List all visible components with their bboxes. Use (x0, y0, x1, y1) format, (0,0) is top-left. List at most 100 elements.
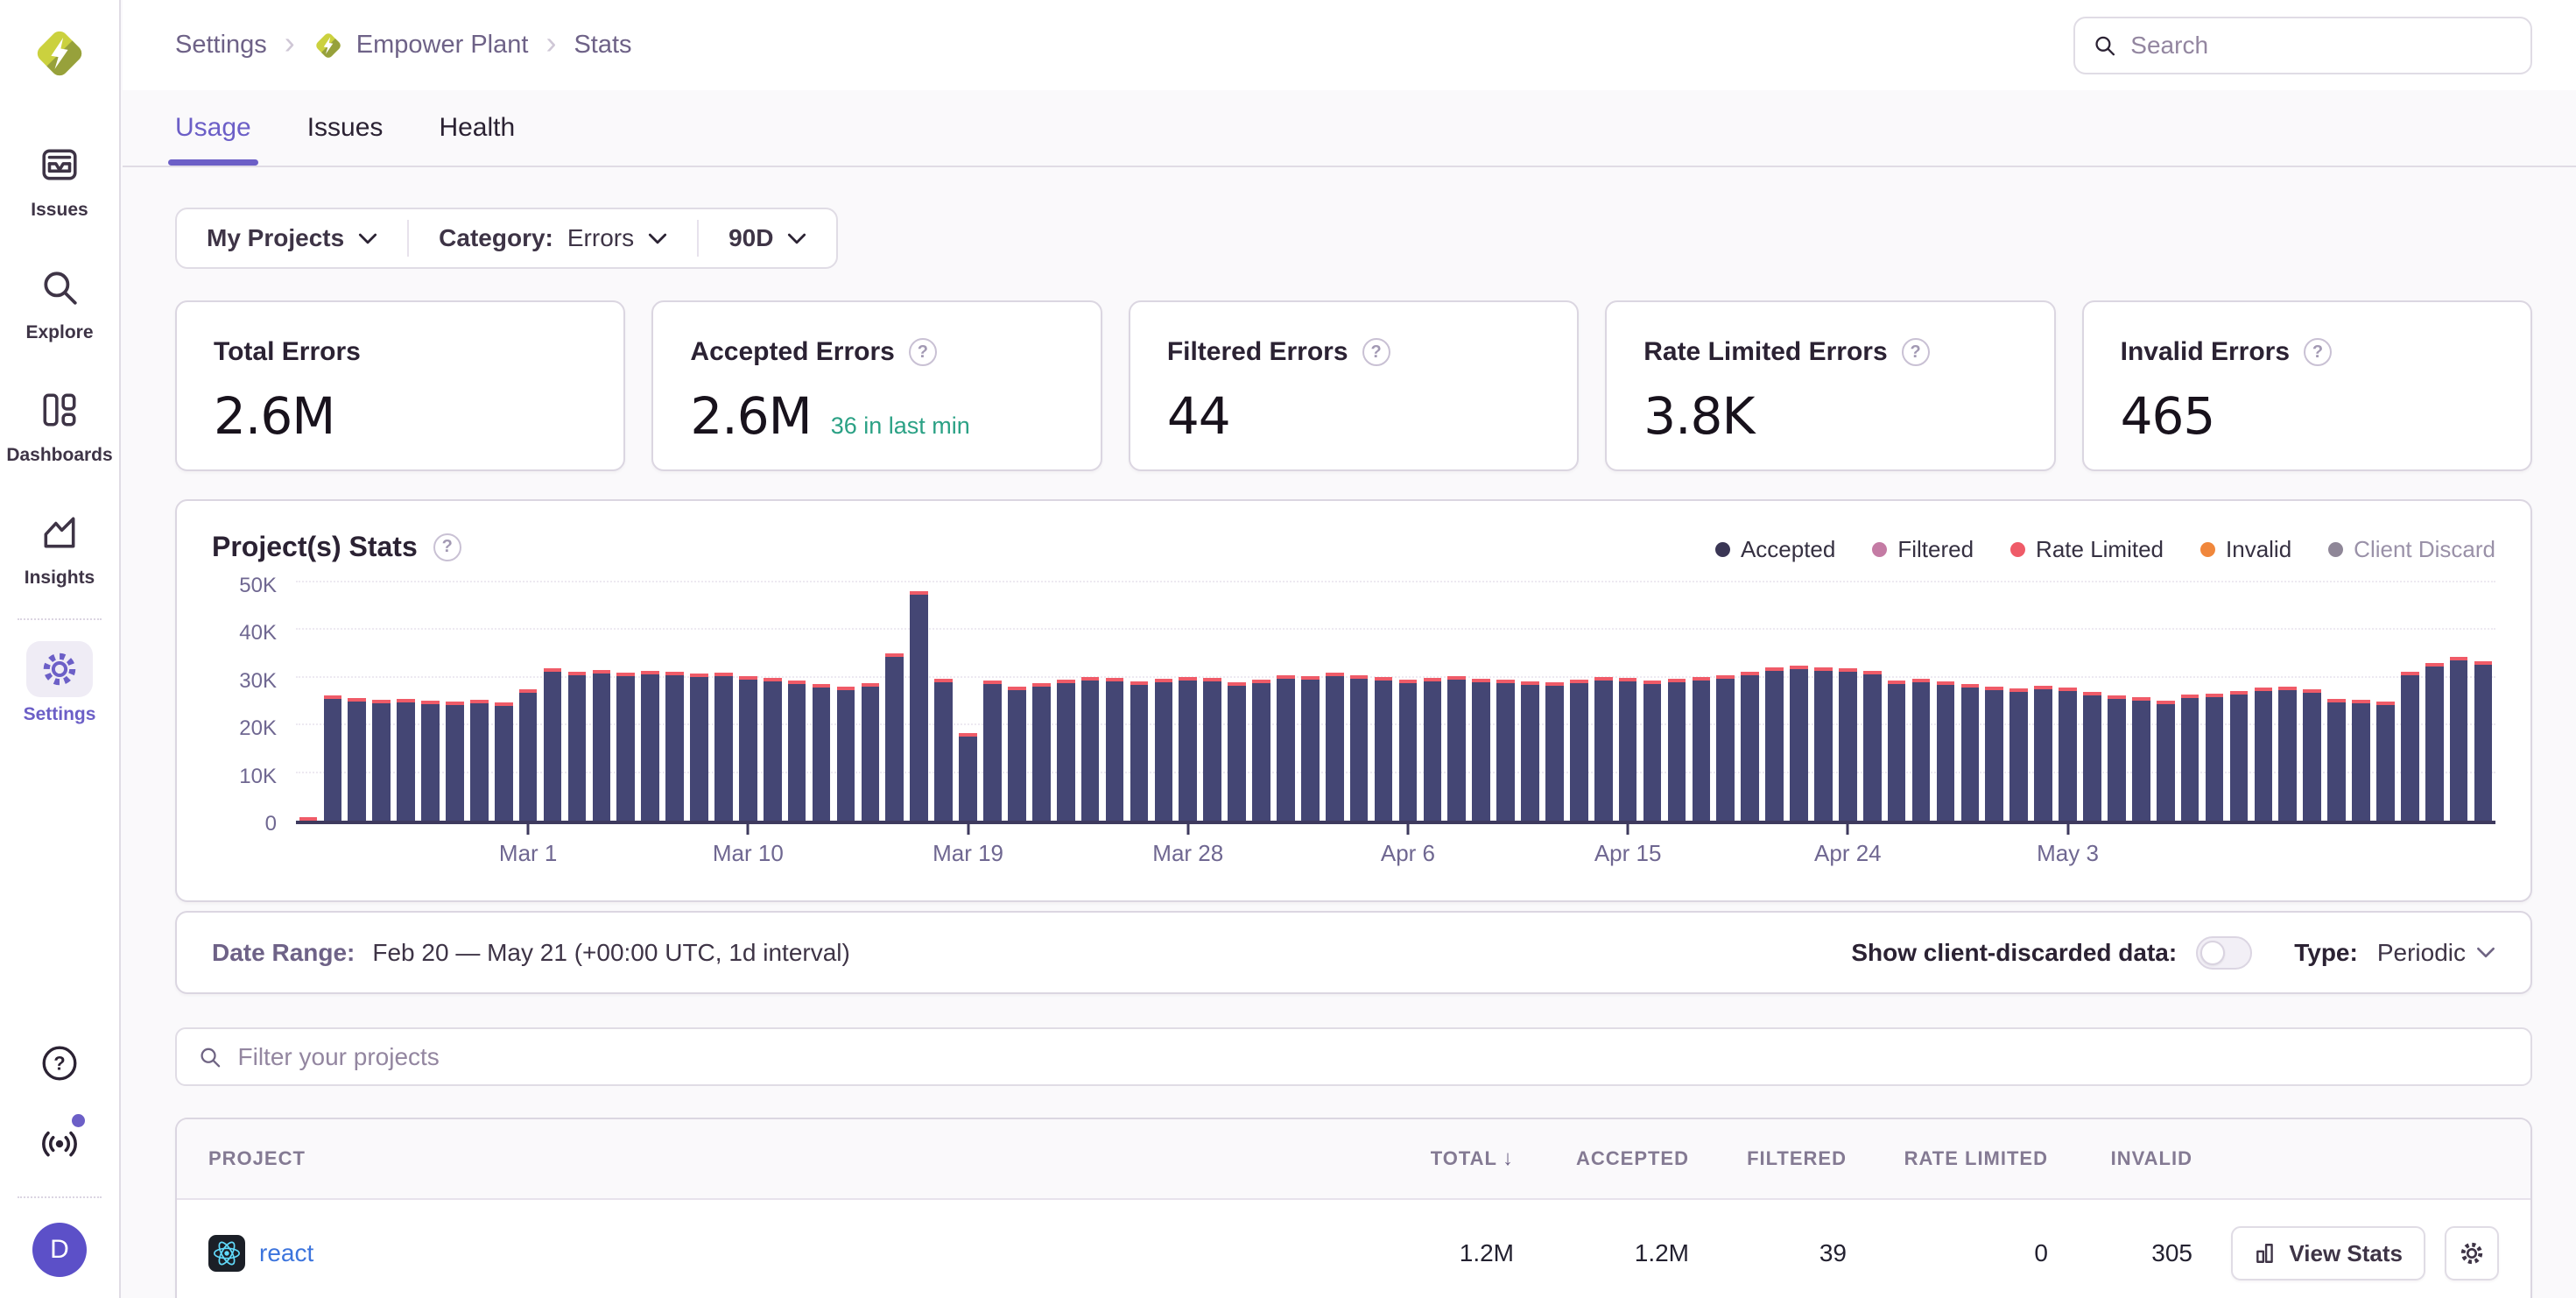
col-accepted[interactable]: ACCEPTED (1514, 1147, 1689, 1170)
chart-bar[interactable] (1961, 684, 1980, 821)
sidebar-item-settings[interactable]: Settings (8, 641, 111, 725)
chart-bar[interactable] (1081, 677, 1100, 821)
chart-bar[interactable] (1545, 682, 1564, 821)
chart-bar[interactable] (1765, 667, 1784, 821)
chart-bar[interactable] (1912, 679, 1931, 821)
chart-bar[interactable] (1228, 682, 1246, 821)
chart-bar[interactable] (1496, 680, 1515, 821)
chart-bar[interactable] (1741, 672, 1759, 821)
legend-item-client-discard[interactable]: Client Discard (2328, 536, 2495, 563)
chart-bar[interactable] (2376, 702, 2395, 821)
help-icon[interactable]: ? (433, 533, 461, 561)
col-invalid[interactable]: INVALID (2048, 1147, 2192, 1170)
help-icon[interactable]: ? (909, 338, 937, 366)
chart-bar[interactable] (2352, 700, 2370, 821)
chart-bar[interactable] (1301, 676, 1320, 821)
sidebar-item-issues[interactable]: Issues (8, 137, 111, 221)
chart-bar[interactable] (910, 591, 928, 821)
chart-bar[interactable] (1350, 675, 1369, 821)
chart-bar[interactable] (1643, 681, 1662, 821)
legend-item-filtered[interactable]: Filtered (1872, 536, 1974, 563)
chart-bar[interactable] (885, 653, 904, 821)
help-icon[interactable]: ? (2304, 338, 2332, 366)
chart-bar[interactable] (714, 673, 733, 821)
chart-bar[interactable] (2278, 687, 2297, 821)
chart-bar[interactable] (1839, 668, 1857, 821)
legend-item-accepted[interactable]: Accepted (1715, 536, 1835, 563)
chart-bar[interactable] (2206, 694, 2224, 821)
chart-bar[interactable] (2303, 689, 2321, 821)
project-settings-button[interactable] (2445, 1226, 2499, 1280)
chart-bar[interactable] (397, 699, 415, 821)
chart-bar[interactable] (1790, 666, 1808, 821)
chart-bar[interactable] (1716, 675, 1735, 821)
tab-issues[interactable]: Issues (307, 90, 384, 166)
chart-bar[interactable] (2450, 657, 2468, 821)
avatar[interactable]: D (32, 1223, 87, 1277)
project-filter-input[interactable] (238, 1043, 2509, 1071)
type-selector[interactable]: Periodic (2377, 939, 2495, 967)
chart-bar[interactable] (2083, 692, 2101, 821)
chart-bar[interactable] (324, 695, 342, 821)
chart-bar[interactable] (862, 683, 880, 821)
col-project[interactable]: PROJECT (208, 1147, 1383, 1170)
chart-bar[interactable] (1937, 681, 1955, 821)
chart-bar[interactable] (495, 702, 513, 821)
chart-bar[interactable] (1863, 671, 1882, 821)
help-icon[interactable]: ? (1902, 338, 1930, 366)
chart-bar[interactable] (421, 701, 440, 821)
chart-bar[interactable] (2181, 695, 2199, 821)
chart-bar[interactable] (1179, 677, 1197, 821)
whats-new-button[interactable] (29, 1114, 90, 1170)
chart-bar[interactable] (1570, 680, 1588, 821)
chart-bar[interactable] (2230, 691, 2249, 821)
org-logo[interactable] (31, 25, 88, 82)
chart-bar[interactable] (1594, 677, 1613, 821)
chart-bar[interactable] (2108, 695, 2126, 821)
breadcrumb-org[interactable]: Empower Plant (313, 30, 529, 61)
chart-bar[interactable] (2009, 688, 2028, 821)
chart-bar[interactable] (348, 698, 366, 821)
chart-bar[interactable] (1668, 679, 1686, 821)
help-button[interactable]: ? (29, 1035, 90, 1091)
chart-bar[interactable] (983, 681, 1002, 821)
chart-bar[interactable] (665, 672, 684, 821)
client-discard-toggle[interactable] (2196, 936, 2252, 970)
chart-bar[interactable] (2255, 688, 2273, 821)
chart-bar[interactable] (616, 673, 635, 821)
sidebar-item-dashboards[interactable]: Dashboards (8, 382, 111, 466)
chart-bar[interactable] (1693, 677, 1711, 821)
chart-bar[interactable] (568, 672, 587, 821)
global-search[interactable] (2073, 17, 2532, 74)
chart-bar[interactable] (593, 670, 611, 821)
chart-bar[interactable] (1399, 680, 1418, 821)
chart-bar[interactable] (1032, 683, 1051, 821)
chart-bar[interactable] (1375, 677, 1393, 821)
chart-bar[interactable] (813, 684, 831, 821)
view-stats-button[interactable]: View Stats (2231, 1226, 2425, 1280)
chart-bar[interactable] (1472, 679, 1490, 821)
chart-bar[interactable] (1130, 681, 1149, 821)
tab-usage[interactable]: Usage (175, 90, 251, 166)
chart-bar[interactable] (2425, 663, 2444, 821)
project-link[interactable]: react (259, 1239, 313, 1267)
category-selector[interactable]: Category: Errors (409, 209, 697, 267)
chart-bar[interactable] (2401, 672, 2419, 821)
chart-bar[interactable] (764, 678, 782, 821)
chart-bar[interactable] (739, 676, 757, 821)
chart-bar[interactable] (2474, 661, 2493, 821)
search-input[interactable] (2130, 32, 2513, 60)
legend-item-invalid[interactable]: Invalid (2200, 536, 2291, 563)
project-selector[interactable]: My Projects (177, 209, 407, 267)
chart-bar[interactable] (690, 674, 708, 821)
col-total[interactable]: TOTAL↓ (1383, 1146, 1514, 1171)
legend-item-rate-limited[interactable]: Rate Limited (2010, 536, 2164, 563)
chart-bar[interactable] (1521, 681, 1539, 821)
chart-bar[interactable] (372, 700, 391, 821)
chart-bar[interactable] (2132, 697, 2150, 821)
chart-bar[interactable] (299, 817, 318, 821)
chart-bar[interactable] (1277, 675, 1295, 821)
sidebar-item-insights[interactable]: Insights (8, 504, 111, 589)
chart-bar[interactable] (1814, 667, 1833, 821)
chart-bar[interactable] (1424, 678, 1442, 821)
